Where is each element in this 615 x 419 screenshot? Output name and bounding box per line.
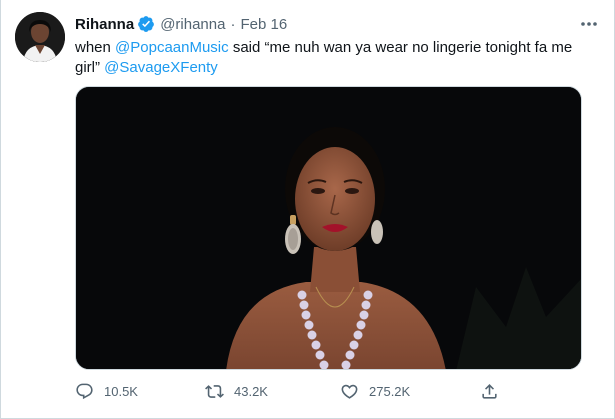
verified-badge-icon	[137, 15, 155, 33]
retweet-icon	[205, 382, 224, 401]
tweet-text-part: when	[75, 39, 116, 56]
reply-icon	[75, 382, 94, 401]
heart-icon	[340, 382, 359, 401]
tweet-actions: 10.5K 43.2K 275.2K	[75, 378, 515, 404]
reply-count: 10.5K	[104, 383, 138, 399]
author-avatar[interactable]	[15, 12, 65, 62]
share-button[interactable]	[480, 378, 509, 404]
more-options-icon[interactable]	[578, 14, 600, 34]
reply-button[interactable]: 10.5K	[75, 378, 138, 404]
tweet-header: Rihanna @rihanna · Feb 16	[75, 14, 287, 34]
tweet-photo[interactable]	[75, 86, 582, 370]
tweet-date[interactable]: Feb 16	[240, 16, 287, 33]
tweet-card[interactable]: Rihanna @rihanna · Feb 16 when @PopcaanM…	[0, 0, 615, 419]
tweet-text: when @PopcaanMusic said “me nuh wan ya w…	[75, 38, 590, 78]
like-button[interactable]: 275.2K	[340, 378, 410, 404]
author-name[interactable]: Rihanna	[75, 16, 134, 33]
like-count: 275.2K	[369, 383, 411, 399]
author-handle[interactable]: @rihanna	[160, 16, 225, 33]
separator-dot: ·	[230, 15, 236, 33]
mention-link-popcaan[interactable]: @PopcaanMusic	[115, 39, 229, 56]
retweet-count: 43.2K	[234, 383, 268, 399]
share-icon	[480, 382, 499, 401]
mention-link-savagexfenty[interactable]: @SavageXFenty	[104, 59, 218, 76]
retweet-button[interactable]: 43.2K	[205, 378, 268, 404]
